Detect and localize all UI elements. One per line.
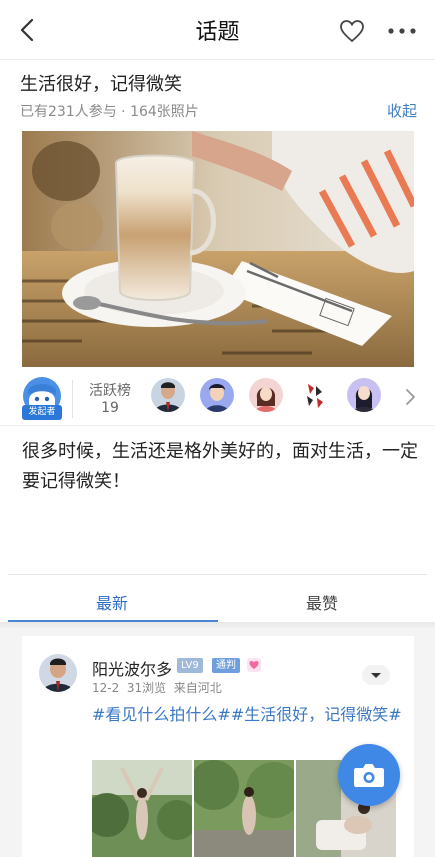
tab-most-liked[interactable]: 最赞 [306, 590, 338, 614]
topic-participation-stats: 已有231人参与 · 164张照片 [20, 104, 199, 120]
initiator-avatar[interactable]: 发起者 [22, 376, 62, 420]
divider [72, 380, 73, 418]
post-author-name[interactable]: 阳光波尔多 [92, 656, 172, 680]
post-image[interactable] [92, 760, 192, 857]
heart-badge-icon [247, 657, 261, 672]
participant-avatar[interactable] [249, 378, 283, 412]
collapse-link[interactable]: 收起 [387, 100, 417, 121]
topic-cover-image [22, 131, 414, 367]
feed-tabs: 最新 最赞 [8, 574, 427, 623]
level-badge: LV9 [177, 658, 203, 673]
tab-latest[interactable]: 最新 [96, 590, 128, 614]
top-nav-bar: 话题 [0, 0, 435, 60]
post-options-dropdown[interactable] [362, 665, 390, 685]
topic-description: 很多时候，生活还是格外美好的，面对生活，一定要记得微笑！ [22, 441, 418, 492]
post-meta: 12-2 31浏览 来自河北 [92, 679, 222, 696]
post-time: 12-2 [92, 681, 120, 695]
participants-bar: 发起者 活跃榜 19 [0, 372, 435, 426]
camera-button[interactable] [338, 744, 400, 806]
post-location: 来自河北 [173, 681, 222, 695]
active-ranking-label[interactable]: 活跃榜 [86, 380, 134, 400]
more-dots-icon[interactable] [384, 17, 420, 45]
post-views: 31浏览 [126, 681, 167, 695]
camera-icon [354, 764, 384, 787]
topic-title: 生活很好，记得微笑 [20, 74, 182, 95]
participant-avatar[interactable] [347, 378, 381, 412]
post-image[interactable] [194, 760, 294, 857]
post-author-avatar[interactable] [39, 654, 77, 692]
initiator-badge: 发起者 [22, 405, 62, 420]
participant-avatar[interactable] [151, 378, 185, 412]
heart-outline-icon[interactable] [338, 17, 366, 45]
participant-avatar[interactable] [200, 378, 234, 412]
title-badge: 通判 [212, 658, 240, 673]
participant-avatar[interactable] [298, 378, 332, 412]
active-ranking-count: 19 [101, 400, 119, 416]
page-title: 话题 [195, 20, 240, 45]
post-hashtags[interactable]: #看见什么拍什么##生活很好，记得微笑# [92, 702, 402, 728]
chevron-left-icon[interactable] [14, 16, 42, 44]
chevron-right-icon[interactable] [402, 387, 418, 407]
